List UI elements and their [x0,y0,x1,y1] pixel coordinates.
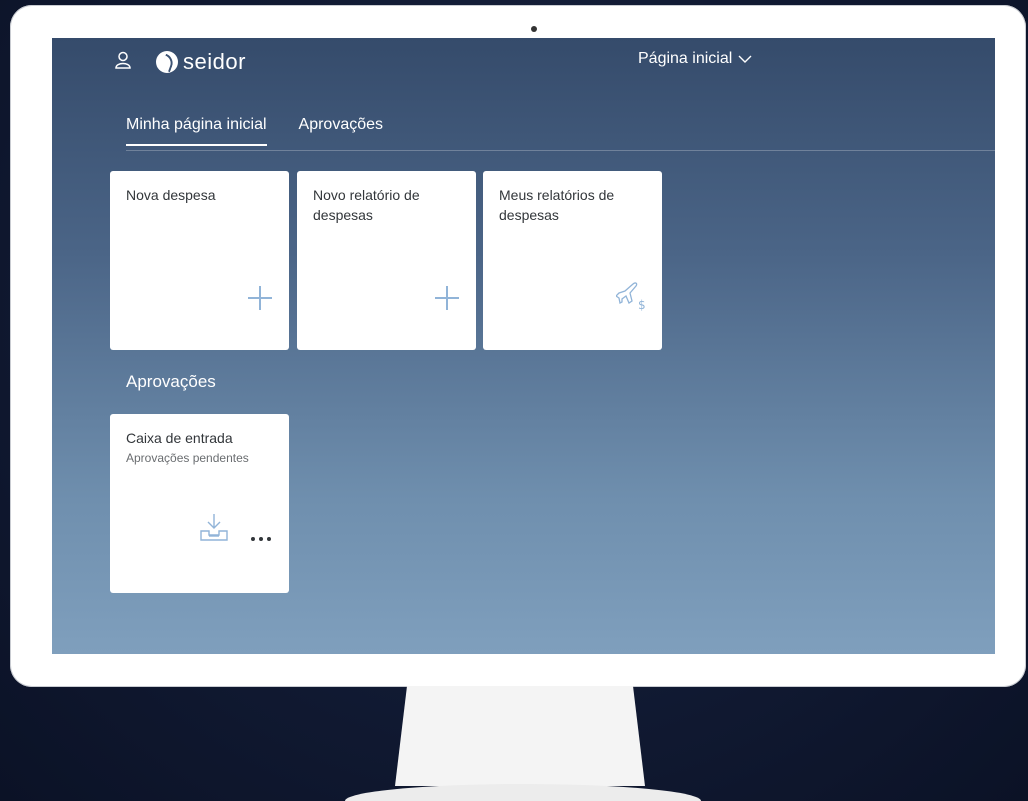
travel-expense-icon: $ [616,282,646,311]
tile-nova-despesa[interactable]: Nova despesa [110,171,289,350]
camera-dot [531,26,537,32]
user-icon[interactable] [114,51,132,69]
seidor-logo: seidor [156,49,246,75]
page-title-menu[interactable]: Página inicial [638,50,752,68]
tab-minha-pagina-inicial[interactable]: Minha página inicial [126,116,267,146]
inbox-download-icon [200,514,228,541]
logo-text: seidor [183,49,246,74]
tile-title: Meus relatórios de despesas [499,187,615,223]
dot [267,537,271,541]
add-icon [248,286,272,310]
tab-bar: Minha página inicial Aprovações [126,116,415,146]
chevron-down-icon [738,55,752,63]
tile-novo-relatorio[interactable]: Novo relatório de despesas [297,171,476,350]
monitor-stand [395,686,645,786]
svg-text:$: $ [638,298,646,311]
shell-bar: seidor Página inicial [52,38,995,82]
tile-meus-relatorios[interactable]: Meus relatórios de despesas $ [483,171,662,350]
dot [259,537,263,541]
add-icon [435,286,459,310]
section-title-aprovacoes: Aprovações [126,372,216,391]
tile-title: Nova despesa [126,187,216,203]
tile-title: Novo relatório de despesas [313,187,420,223]
tile-caixa-de-entrada[interactable]: Caixa de entrada Aprovações pendentes [110,414,289,593]
monitor-stand-base [345,784,701,801]
tile-title: Caixa de entrada [126,430,233,446]
launchpad-screen: seidor Página inicial Minha página inici… [52,38,995,654]
dot [251,537,255,541]
page-title: Página inicial [638,50,733,67]
more-options-icon[interactable] [251,537,271,541]
tab-divider [126,150,995,151]
tab-aprovacoes[interactable]: Aprovações [299,116,384,146]
seidor-logo-mark [156,51,178,73]
tile-subtitle: Aprovações pendentes [126,451,249,465]
